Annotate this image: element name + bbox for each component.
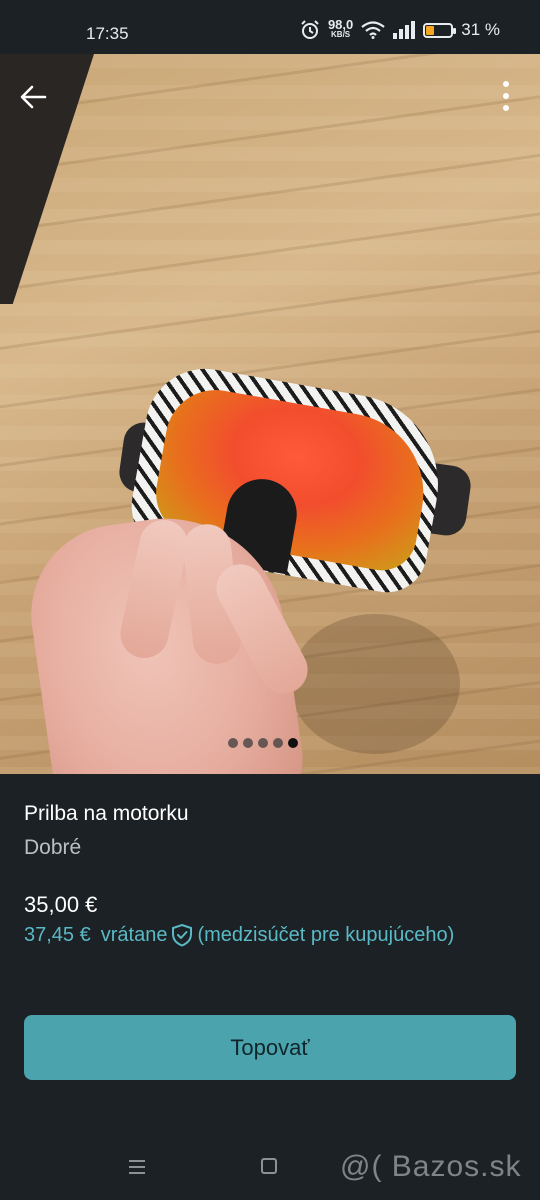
photo-background-object [0, 54, 98, 304]
net-speed-value: 98,0 [327, 17, 354, 32]
wifi-icon [361, 21, 385, 39]
listing-price: 35,00 € [24, 892, 98, 917]
topovat-button[interactable]: Topovať [24, 1015, 516, 1080]
recent-apps-icon[interactable] [128, 1158, 146, 1176]
carousel-dot[interactable] [258, 738, 268, 748]
battery-icon [423, 22, 457, 38]
carousel-dot[interactable] [273, 738, 283, 748]
battery-fill [426, 25, 435, 35]
watermark: @( Bazos.sk [340, 1150, 522, 1183]
shield-check-icon [172, 923, 193, 947]
net-speed: 98,0 KB/S [327, 17, 354, 40]
alarm-icon [301, 20, 319, 39]
buyer-price: 37,45 € [24, 923, 91, 946]
back-arrow-icon[interactable] [18, 82, 48, 112]
photo-shadow [290, 614, 460, 754]
carousel-dot-active[interactable] [288, 738, 298, 748]
buyer-price-line[interactable]: 37,45 € vrátane (medzisúčet pre kupujúce… [24, 923, 454, 947]
battery-percent: 31 % [461, 20, 500, 39]
signal-icon [393, 21, 416, 39]
net-speed-unit: KB/S [331, 30, 351, 39]
listing-photo[interactable] [0, 54, 540, 774]
home-icon[interactable] [261, 1158, 277, 1174]
more-vertical-icon[interactable] [496, 80, 516, 114]
status-icons: 98,0 KB/S 31 % [300, 17, 500, 40]
status-bar: 17:35 98,0 KB/S 31 % [0, 0, 540, 54]
carousel-dots [228, 738, 298, 748]
incl-note: (medzisúčet pre kupujúceho) [197, 923, 455, 946]
listing-title: Prilba na motorku [24, 802, 189, 825]
status-time: 17:35 [86, 24, 129, 43]
carousel-dot[interactable] [243, 738, 253, 748]
incl-label: vrátane [100, 923, 168, 946]
listing-condition: Dobré [24, 836, 82, 859]
carousel-dot[interactable] [228, 738, 238, 748]
